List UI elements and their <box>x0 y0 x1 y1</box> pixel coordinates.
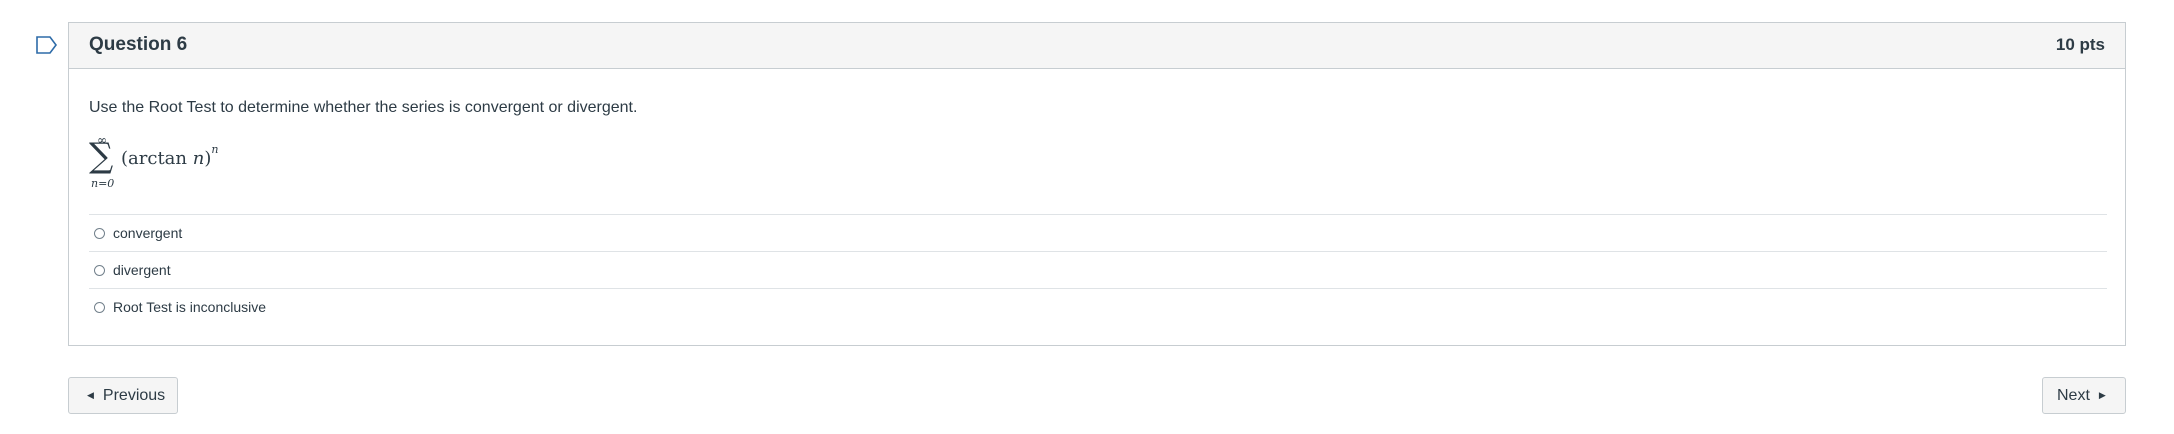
radio-button[interactable] <box>94 301 105 313</box>
answer-option-inconclusive[interactable]: Root Test is inconclusive <box>89 288 2107 325</box>
answer-label[interactable]: convergent <box>113 225 182 241</box>
series-expression: (arctan n)n <box>121 143 218 169</box>
sigma-symbol: ∑ <box>89 136 114 176</box>
flag-question-icon[interactable] <box>36 36 58 54</box>
previous-label: Previous <box>102 386 166 404</box>
radio-button[interactable] <box>94 264 105 276</box>
answer-list: convergent divergent Root Test is inconc… <box>89 214 2107 325</box>
answer-label[interactable]: divergent <box>113 262 171 278</box>
expression-exponent: n <box>211 143 219 156</box>
question-header: Question 6 10 pts <box>69 23 2125 69</box>
lower-limit: n=0 <box>91 177 115 190</box>
next-label: Next <box>2057 386 2090 404</box>
next-button[interactable]: Next ▶ <box>2042 377 2126 414</box>
question-prompt: Use the Root Test to determine whether t… <box>89 99 638 116</box>
answer-option-divergent[interactable]: divergent <box>89 251 2107 288</box>
question-points: 10 pts <box>2055 35 2105 54</box>
caret-left-icon: ◀ <box>87 390 94 400</box>
series-formula: ∞ ∑ n=0 (arctan n)n <box>89 133 249 193</box>
expression-prefix: (arctan <box>121 148 193 169</box>
expression-variable: n <box>192 148 205 169</box>
radio-button[interactable] <box>94 227 105 239</box>
question-card: Question 6 10 pts Use the Root Test to d… <box>68 22 2126 346</box>
previous-button[interactable]: ◀ Previous <box>68 377 178 414</box>
answer-option-convergent[interactable]: convergent <box>89 214 2107 251</box>
answer-label[interactable]: Root Test is inconclusive <box>113 299 266 315</box>
caret-right-icon: ▶ <box>2098 390 2106 400</box>
question-title: Question 6 <box>89 34 188 55</box>
